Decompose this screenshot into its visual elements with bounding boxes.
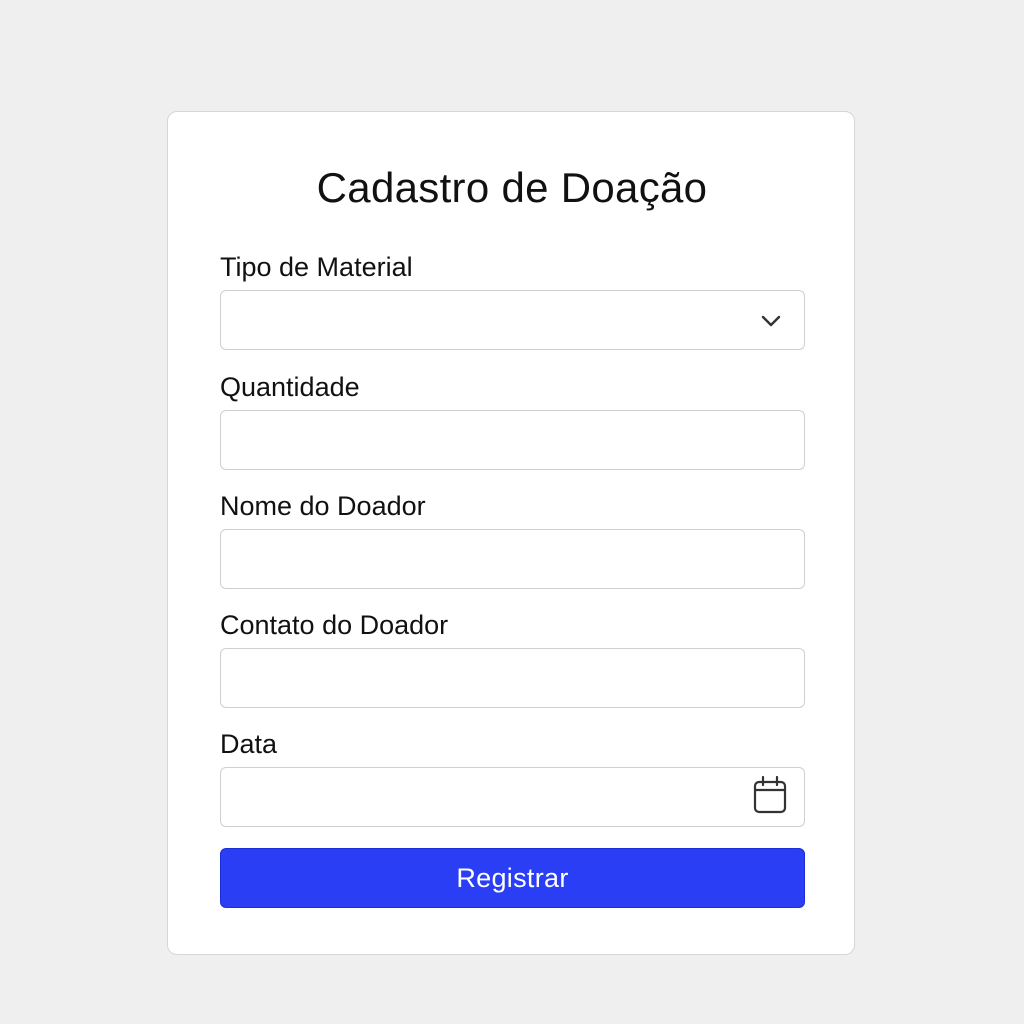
- quantity-label: Quantidade: [220, 372, 360, 402]
- material-type-select[interactable]: [220, 290, 805, 350]
- form-title: Cadastro de Doação: [316, 164, 708, 211]
- quantity-input[interactable]: [220, 410, 805, 470]
- calendar-icon[interactable]: [752, 775, 788, 815]
- donor-contact-label: Contato do Doador: [220, 610, 449, 640]
- donor-contact-input[interactable]: [220, 648, 805, 708]
- donor-name-label: Nome do Doador: [220, 491, 426, 521]
- date-input[interactable]: [220, 767, 805, 827]
- material-type-label: Tipo de Material: [220, 252, 413, 282]
- donor-name-input[interactable]: [220, 529, 805, 589]
- date-label: Data: [220, 729, 278, 759]
- register-button[interactable]: Registrar: [220, 848, 805, 908]
